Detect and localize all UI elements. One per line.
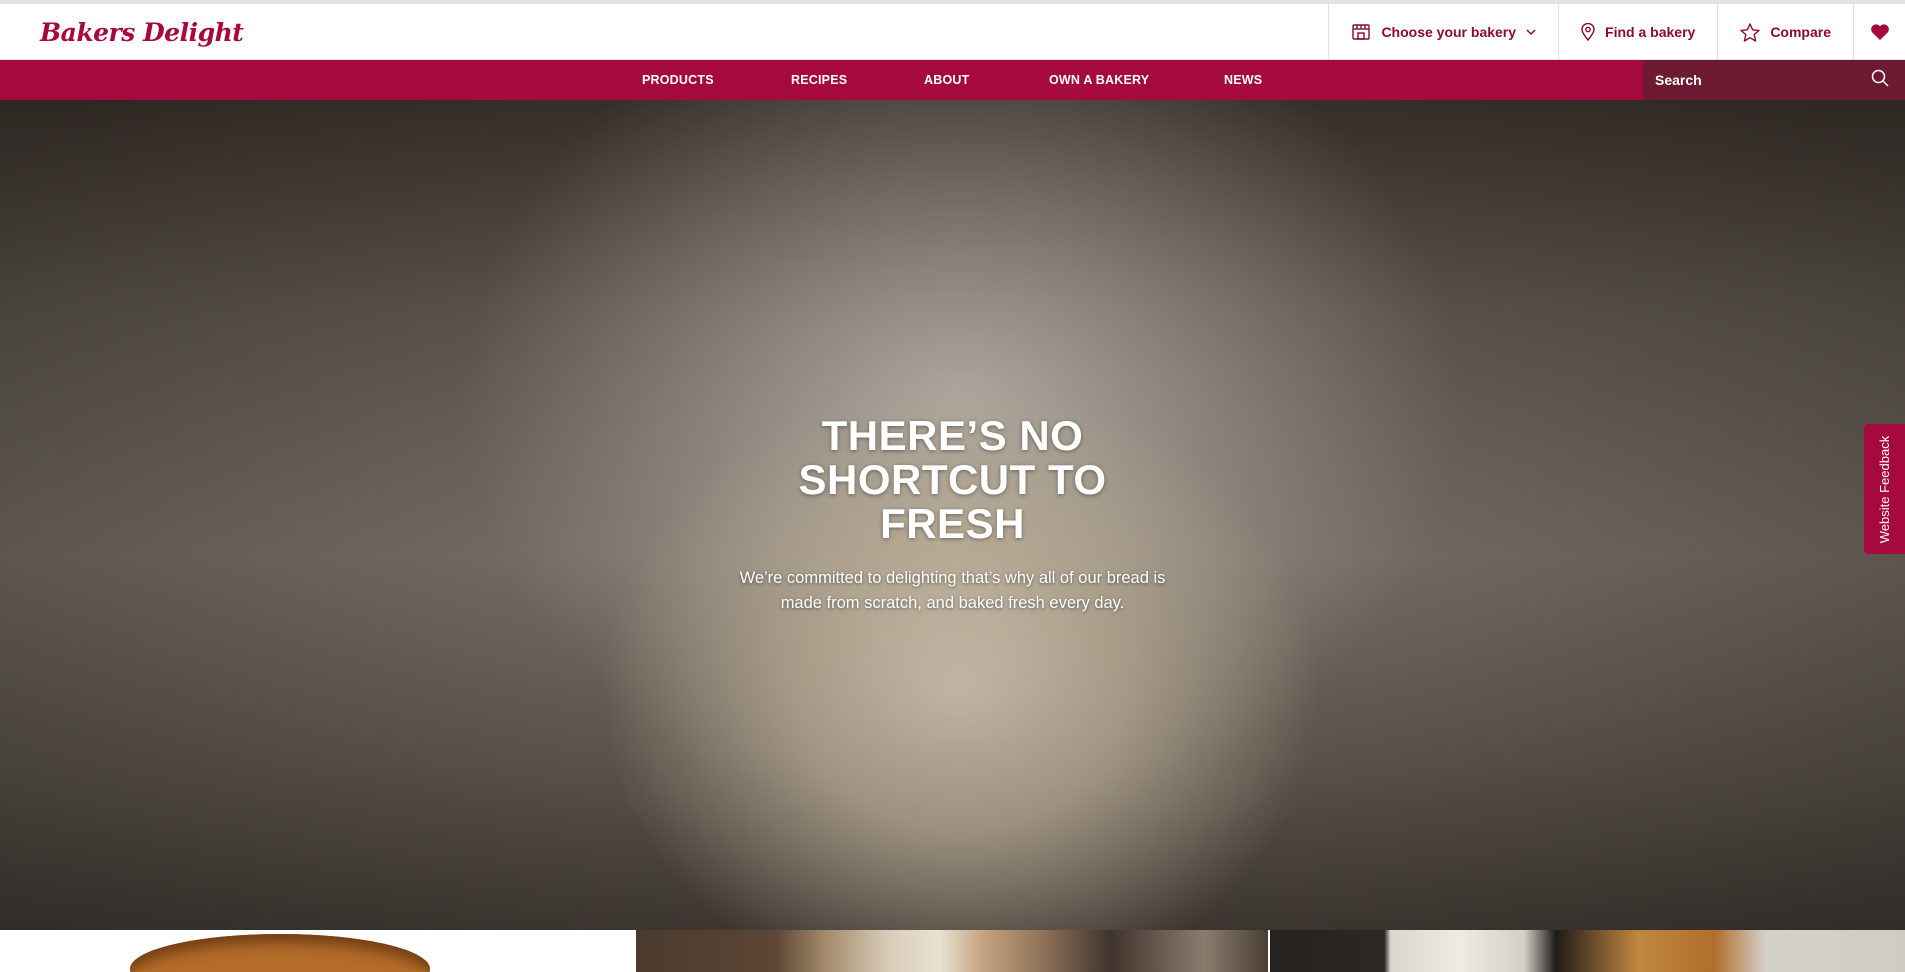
choose-bakery-dropdown[interactable]: Choose your bakery	[1328, 4, 1558, 60]
main-nav-links: PRODUCTS RECIPES ABOUT OWN A BAKERY NEWS	[642, 60, 1284, 100]
product-tile-croissant[interactable]	[0, 930, 634, 972]
location-pin-icon	[1581, 23, 1595, 41]
site-header: Bakers Delight Choose your bakery Find a…	[0, 4, 1905, 60]
find-bakery-link[interactable]: Find a bakery	[1558, 4, 1717, 60]
product-tile-bread[interactable]	[636, 930, 1268, 972]
nav-item-recipes[interactable]: RECIPES	[791, 60, 924, 100]
chevron-down-icon	[1526, 28, 1536, 36]
bakers-delight-logo[interactable]: Bakers Delight	[40, 12, 244, 52]
star-icon	[1740, 22, 1761, 42]
hero-subtitle: We’re committed to delighting that’s why…	[739, 569, 1166, 612]
utility-nav: Choose your bakery Find a bakery Compare	[1328, 4, 1905, 60]
compare-label: Compare	[1770, 24, 1831, 40]
hero-title: THERE’S NO SHORTCUT TO FRESH	[798, 412, 1107, 547]
nav-item-products[interactable]: PRODUCTS	[642, 60, 791, 100]
nav-item-about[interactable]: ABOUT	[924, 60, 1049, 100]
store-icon	[1351, 22, 1371, 42]
hero-content: THERE’S NO SHORTCUT TO FRESH We’re commi…	[0, 414, 1905, 616]
search-box	[1643, 60, 1905, 100]
search-icon[interactable]	[1871, 69, 1889, 92]
website-feedback-tab[interactable]: Website Feedback	[1864, 424, 1905, 554]
product-tile-coffee[interactable]	[1270, 930, 1905, 972]
nav-item-news[interactable]: NEWS	[1224, 60, 1284, 100]
nav-item-own-a-bakery[interactable]: OWN A BAKERY	[1049, 60, 1224, 100]
main-nav: PRODUCTS RECIPES ABOUT OWN A BAKERY NEWS	[0, 60, 1905, 100]
search-input[interactable]	[1655, 72, 1835, 88]
product-tiles	[0, 930, 1905, 972]
heart-icon	[1870, 23, 1890, 41]
choose-bakery-label: Choose your bakery	[1381, 24, 1517, 40]
compare-link[interactable]: Compare	[1717, 4, 1853, 60]
find-bakery-label: Find a bakery	[1605, 24, 1696, 40]
hero-banner: THERE’S NO SHORTCUT TO FRESH We’re commi…	[0, 100, 1905, 930]
website-feedback-label: Website Feedback	[1877, 435, 1892, 543]
favourites-button[interactable]	[1853, 4, 1905, 60]
